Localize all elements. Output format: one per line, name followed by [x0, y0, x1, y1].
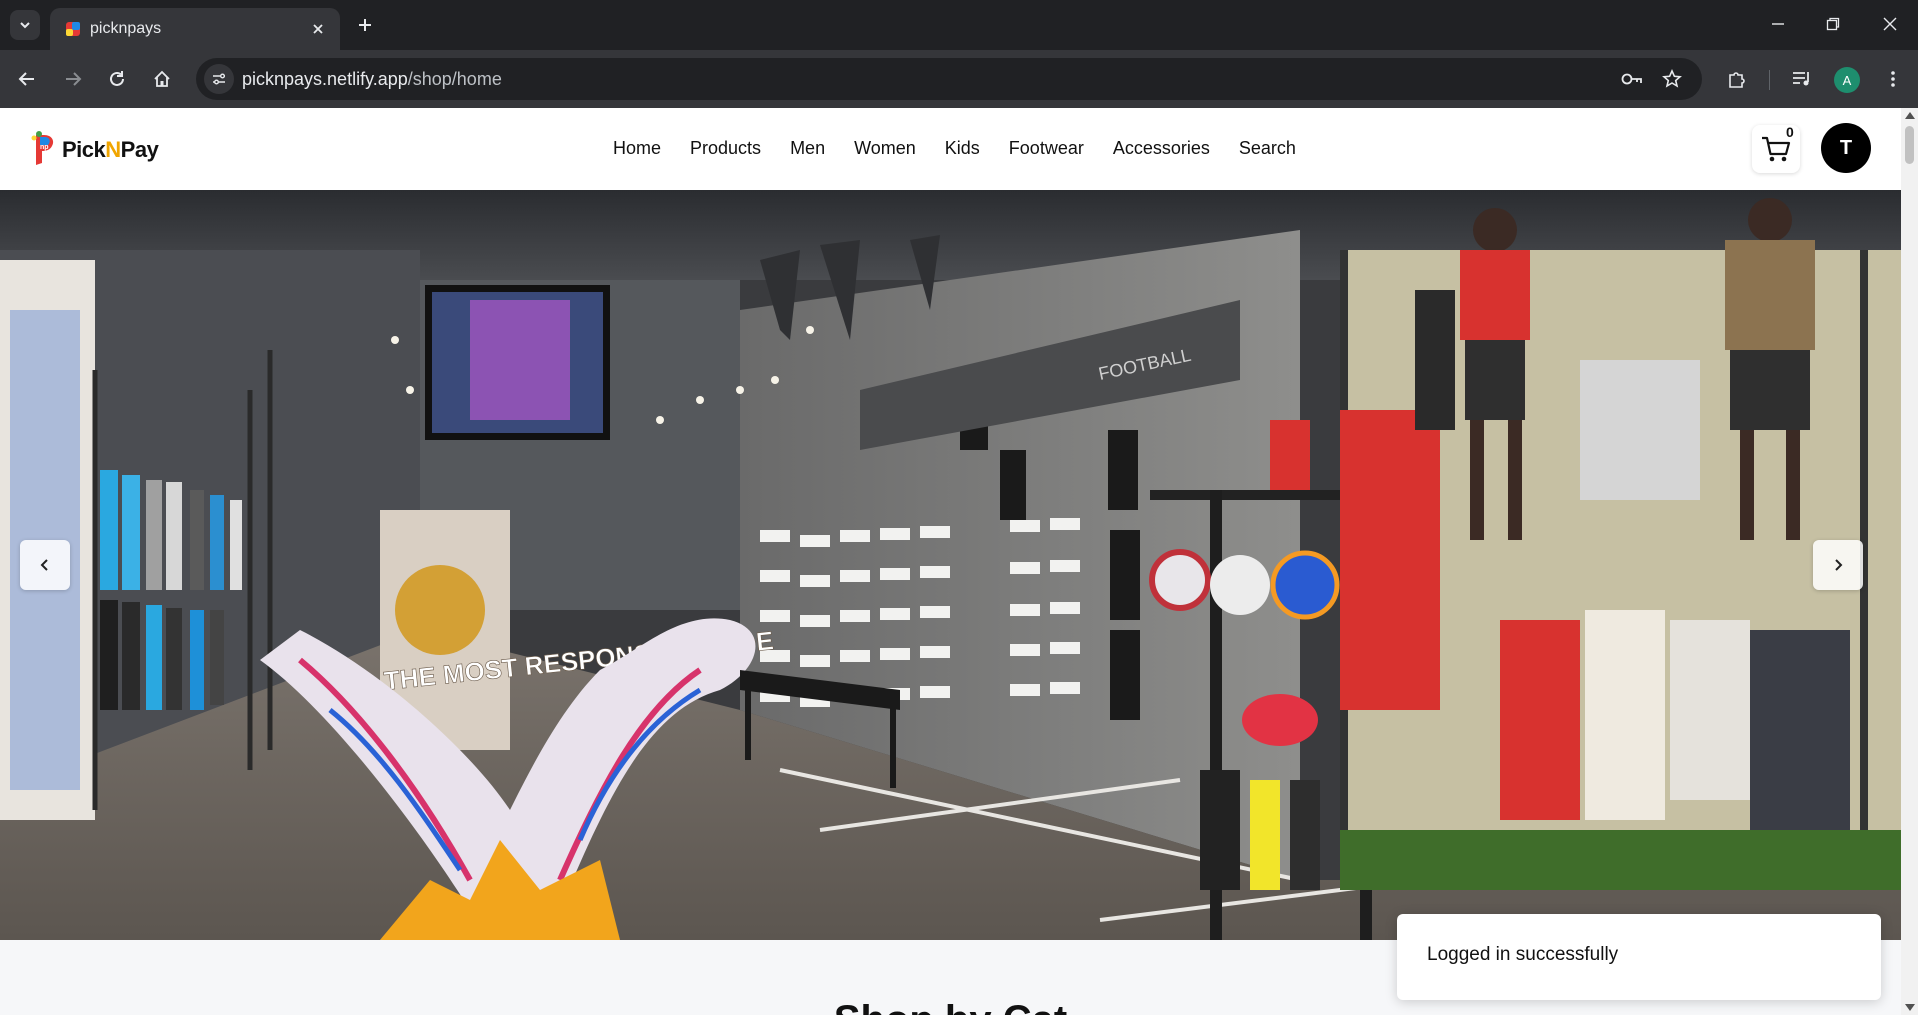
profile-avatar[interactable]: A — [1834, 67, 1860, 93]
url-host: picknpays.netlify.app — [242, 69, 408, 89]
password-key-icon[interactable] — [1620, 67, 1644, 91]
scroll-up-arrow-icon[interactable] — [1905, 112, 1915, 119]
site-logo[interactable]: np PickNPay — [30, 130, 159, 170]
chevron-left-icon — [40, 559, 48, 571]
section-title: Shop by Cat — [0, 998, 1901, 1015]
logo-text-pick: Pick — [62, 137, 106, 162]
store-interior-image: FOOTBALL THE MOST RESPONSIVE SHOE — [0, 190, 1901, 940]
nav-link-men[interactable]: Men — [790, 138, 825, 159]
hero-carousel: FOOTBALL THE MOST RESPONSIVE SHOE — [0, 190, 1901, 940]
restore-icon[interactable] — [1821, 12, 1845, 36]
home-icon[interactable] — [149, 66, 175, 92]
minimize-icon[interactable] — [1766, 12, 1790, 36]
back-arrow-icon[interactable] — [14, 66, 40, 92]
tab-list-button[interactable] — [10, 10, 40, 40]
toolbar-divider — [1769, 70, 1770, 90]
url-text: picknpays.netlify.app/shop/home — [242, 69, 502, 90]
toast-message: Logged in successfully — [1427, 944, 1619, 965]
close-window-icon[interactable] — [1878, 12, 1902, 36]
browser-tab[interactable]: picknpays — [50, 8, 340, 50]
cart-count-badge: 0 — [1786, 124, 1794, 140]
page-viewport: np PickNPay Home Products Men Women Kids… — [0, 108, 1901, 1015]
browser-tab-bar: picknpays — [0, 0, 1918, 50]
nav-link-products[interactable]: Products — [690, 138, 761, 159]
chevron-right-icon — [1835, 559, 1843, 571]
new-tab-icon[interactable] — [352, 12, 378, 38]
scroll-down-arrow-icon[interactable] — [1905, 1004, 1915, 1011]
bookmark-star-icon[interactable] — [1660, 67, 1684, 91]
scroll-thumb[interactable] — [1905, 126, 1914, 164]
nav-link-footwear[interactable]: Footwear — [1009, 138, 1084, 159]
logo-text-n: N — [105, 137, 121, 162]
nav-link-accessories[interactable]: Accessories — [1113, 138, 1210, 159]
browser-toolbar: picknpays.netlify.app/shop/home A — [0, 50, 1918, 108]
chevron-down-icon — [20, 22, 30, 29]
tab-close-icon[interactable] — [308, 19, 328, 39]
picknpay-favicon-icon — [66, 22, 80, 36]
site-header: np PickNPay Home Products Men Women Kids… — [0, 108, 1901, 190]
logo-text: PickNPay — [62, 137, 159, 163]
user-avatar[interactable]: T — [1821, 123, 1871, 173]
forward-arrow-icon[interactable] — [60, 66, 86, 92]
svg-text:np: np — [40, 144, 49, 151]
nav-link-kids[interactable]: Kids — [945, 138, 980, 159]
nav-link-home[interactable]: Home — [613, 138, 661, 159]
page-scrollbar[interactable] — [1901, 108, 1918, 1015]
tab-title: picknpays — [90, 20, 162, 37]
nav-link-women[interactable]: Women — [854, 138, 916, 159]
extensions-icon[interactable] — [1724, 66, 1750, 92]
address-bar[interactable]: picknpays.netlify.app/shop/home — [196, 58, 1702, 100]
toast-notification[interactable]: Logged in successfully — [1397, 914, 1881, 1000]
logo-text-pay: Pay — [120, 137, 159, 162]
site-info-icon[interactable] — [204, 64, 234, 94]
media-controls-icon[interactable] — [1789, 66, 1815, 92]
carousel-next-button[interactable] — [1813, 540, 1863, 590]
picknpay-logo-icon: np — [31, 131, 54, 165]
browser-menu-icon[interactable] — [1880, 66, 1906, 92]
url-path: /shop/home — [407, 69, 502, 89]
nav-link-search[interactable]: Search — [1239, 138, 1296, 159]
carousel-prev-button[interactable] — [20, 540, 70, 590]
main-nav: Home Products Men Women Kids Footwear Ac… — [613, 138, 1325, 159]
reload-icon[interactable] — [104, 66, 130, 92]
